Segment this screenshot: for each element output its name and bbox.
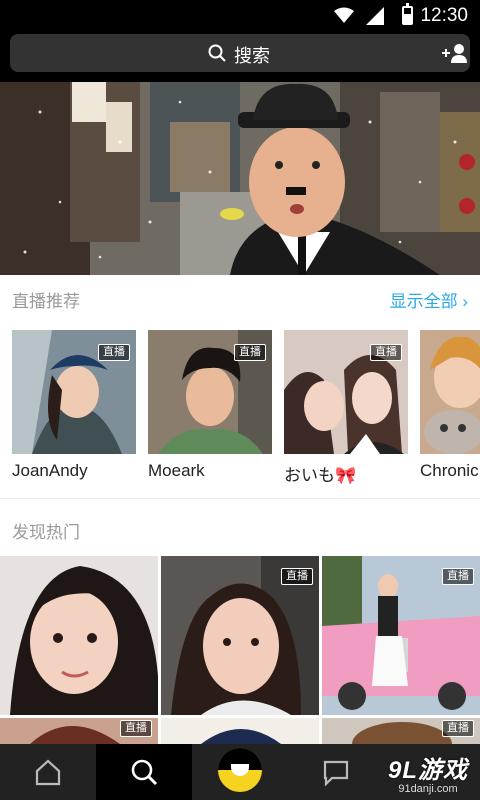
top-bar: 搜索 <box>0 30 480 82</box>
live-thumbnail: 直播 <box>284 330 408 454</box>
hot-item[interactable]: 直播 <box>161 556 319 715</box>
hot-section-header: 发现热门 <box>0 506 480 552</box>
live-card[interactable]: 直播 おいも🎀 <box>284 330 408 486</box>
live-username: Chronic <box>420 461 479 480</box>
live-badge: 直播 <box>281 568 313 585</box>
hot-grid: 直播 直播 直播 直播 <box>0 556 480 744</box>
wifi-icon <box>334 7 354 23</box>
watermark-sub: 91danji.com <box>398 783 458 795</box>
live-username: Moeark <box>148 461 205 480</box>
signal-icon <box>366 7 384 25</box>
app-screen: 12:30 搜索 直播推荐 显示全部 › 直播 JoanAndy 直播 Moea… <box>0 0 480 800</box>
live-badge: 直播 <box>442 568 474 585</box>
live-username: おいも🎀 <box>284 466 357 485</box>
live-card[interactable]: 直播 Moeark <box>148 330 272 481</box>
live-badge: 直播 <box>120 720 152 737</box>
live-badge: 直播 <box>442 720 474 737</box>
hot-item[interactable]: 直播 <box>322 556 480 715</box>
camera-eye-icon[interactable] <box>218 748 262 792</box>
nav-explore[interactable] <box>96 744 192 800</box>
search-bar[interactable]: 搜索 <box>10 34 470 72</box>
live-thumbnail: 直播 <box>148 330 272 454</box>
live-thumbnail <box>420 330 480 454</box>
watermark-logo: 9L游戏 91danji.com <box>388 750 468 795</box>
section-divider <box>0 498 480 499</box>
live-card[interactable]: 直播 JoanAndy <box>12 330 136 481</box>
hero-banner[interactable] <box>0 82 480 275</box>
status-bar: 12:30 <box>0 0 480 30</box>
hot-item[interactable] <box>161 718 319 744</box>
hot-section-title: 发现热门 <box>12 523 80 542</box>
search-icon <box>208 44 226 62</box>
live-card[interactable]: Chronic <box>420 330 480 481</box>
live-thumbnail: 直播 <box>12 330 136 454</box>
live-badge: 直播 <box>234 344 266 361</box>
status-time: 12:30 <box>420 5 468 26</box>
nav-messages[interactable] <box>288 744 384 800</box>
live-section-header: 直播推荐 显示全部 › <box>0 275 480 321</box>
hero-image <box>0 82 480 275</box>
search-label: 搜索 <box>234 46 270 66</box>
live-carousel[interactable]: 直播 JoanAndy 直播 Moeark 直播 おいも🎀 Chronic <box>0 322 480 498</box>
message-icon <box>323 760 349 786</box>
live-badge: 直播 <box>98 344 130 361</box>
watermark-main: 9L游戏 <box>387 757 468 784</box>
hot-item[interactable]: 直播 <box>0 718 158 744</box>
live-section-title: 直播推荐 <box>12 292 80 311</box>
live-badge: 直播 <box>370 344 402 361</box>
add-friend-icon[interactable] <box>442 43 468 63</box>
show-all-link[interactable]: 显示全部 › <box>390 287 468 312</box>
home-icon <box>35 759 61 786</box>
hot-item[interactable] <box>0 556 158 715</box>
nav-home[interactable] <box>0 744 96 800</box>
search-icon <box>131 759 158 786</box>
live-username: JoanAndy <box>12 461 88 480</box>
hot-item[interactable]: 直播 <box>322 718 480 744</box>
battery-icon <box>402 3 413 25</box>
